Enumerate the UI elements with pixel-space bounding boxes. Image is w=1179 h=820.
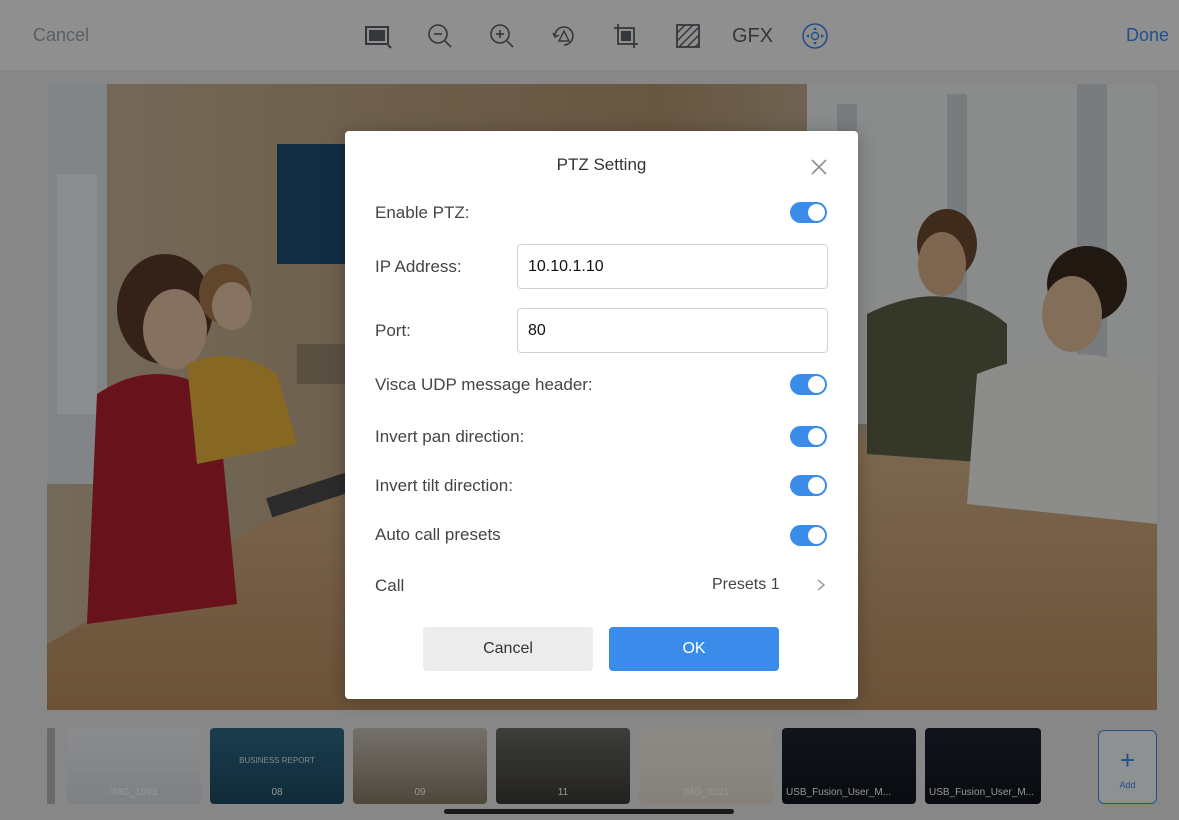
visca-header-toggle[interactable]: [790, 374, 827, 395]
call-preset-select[interactable]: Presets 1: [712, 576, 780, 594]
enable-ptz-label: Enable PTZ:: [375, 203, 470, 222]
chevron-right-icon[interactable]: [815, 577, 827, 593]
close-icon[interactable]: [808, 156, 830, 178]
invert-tilt-toggle[interactable]: [790, 475, 827, 496]
ip-address-label: IP Address:: [375, 257, 462, 276]
cancel-button[interactable]: Cancel: [423, 627, 593, 671]
port-input[interactable]: [517, 308, 828, 353]
invert-tilt-label: Invert tilt direction:: [375, 476, 513, 495]
ok-button[interactable]: OK: [609, 627, 779, 671]
auto-call-toggle[interactable]: [790, 525, 827, 546]
visca-header-label: Visca UDP message header:: [375, 375, 593, 394]
dialog-title: PTZ Setting: [556, 155, 647, 174]
call-label: Call: [375, 576, 405, 595]
ptz-setting-dialog: PTZ Setting Enable PTZ: IP Address: Port…: [345, 131, 858, 699]
auto-call-label: Auto call presets: [375, 525, 501, 544]
invert-pan-label: Invert pan direction:: [375, 427, 525, 446]
home-indicator: [444, 809, 734, 814]
enable-ptz-toggle[interactable]: [790, 202, 827, 223]
invert-pan-toggle[interactable]: [790, 426, 827, 447]
ip-address-input[interactable]: [517, 244, 828, 289]
port-label: Port:: [375, 321, 411, 340]
